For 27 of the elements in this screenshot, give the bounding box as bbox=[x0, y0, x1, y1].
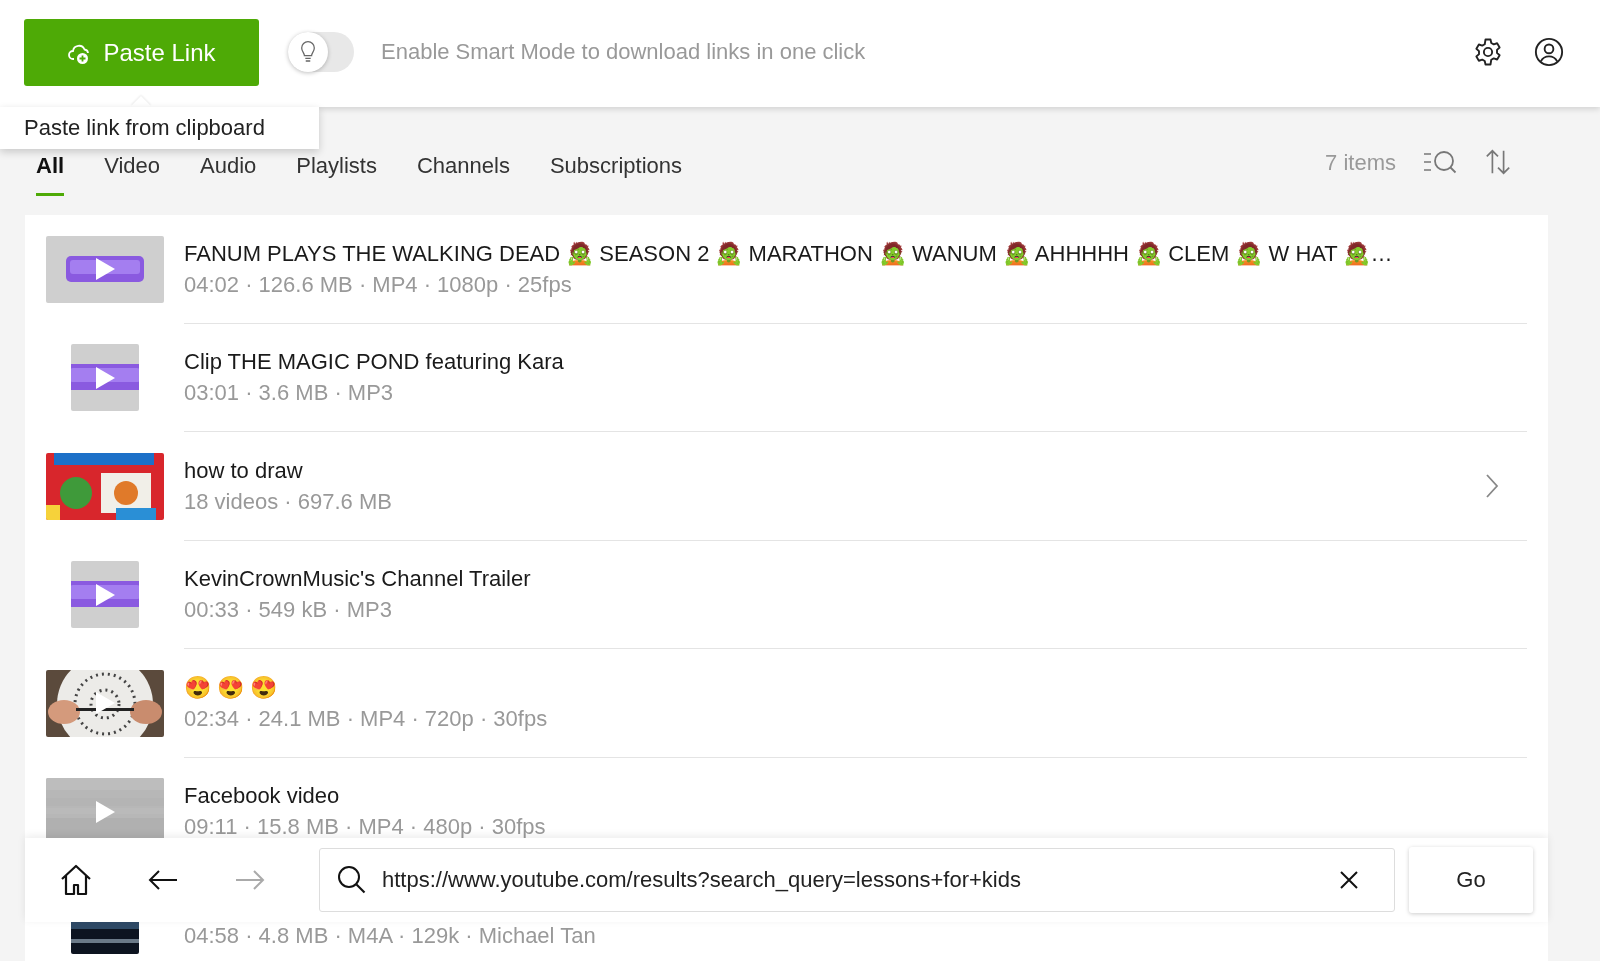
tooltip: Paste link from clipboard bbox=[0, 107, 319, 149]
item-title[interactable]: how to draw bbox=[184, 454, 1485, 486]
item-details: 02:34 · 24.1 MB · MP4 · 720p · 30fps bbox=[184, 704, 549, 733]
url-field[interactable]: https://www.youtube.com/results?search_query=lessons+for+kids bbox=[319, 848, 1395, 912]
item-title[interactable]: KevinCrownMusic's Channel Trailer bbox=[184, 563, 1527, 595]
sort-icon[interactable] bbox=[1484, 147, 1512, 177]
smart-mode-toggle[interactable] bbox=[288, 31, 354, 72]
settings-icon[interactable] bbox=[1473, 36, 1503, 67]
item-title[interactable]: Clip THE MAGIC POND featuring Kara bbox=[184, 346, 1527, 378]
lightbulb-icon bbox=[299, 39, 317, 64]
search-icon bbox=[337, 865, 367, 895]
item-title[interactable]: Facebook video bbox=[184, 780, 1527, 812]
tab[interactable]: Subscriptions bbox=[549, 107, 682, 196]
item-title[interactable]: FANUM PLAYS THE WALKING DEAD 🧟 SEASON 2 🧟 MARATHON 🧟 WANUM 🧟 AHHHHH 🧟 CLEM 🧟 W HAT 🧟… bbox=[184, 237, 1527, 269]
play-icon[interactable] bbox=[93, 691, 116, 716]
chevron-right-icon[interactable] bbox=[1485, 472, 1499, 499]
item-details: 00:33 · 549 kB · MP3 bbox=[184, 596, 393, 625]
smart-mode-hint: Enable Smart Mode to download links in one click bbox=[381, 38, 866, 65]
item-details: 03:01 · 3.6 MB · MP3 bbox=[184, 379, 395, 408]
item-count: 7 items bbox=[1325, 150, 1396, 177]
item-details: 04:02 · 126.6 MB · MP4 · 1080p · 25fps bbox=[184, 270, 573, 299]
tab[interactable]: Channels bbox=[416, 107, 510, 196]
user-account-icon[interactable] bbox=[1534, 36, 1564, 67]
item-details: 09:11 · 15.8 MB · MP4 · 480p · 30fps bbox=[184, 813, 547, 842]
item-details: 18 videos · 697.6 MB bbox=[184, 487, 393, 516]
item-details: 04:58 · 4.8 MB · M4A · 129k · Michael Tan bbox=[184, 921, 597, 950]
go-button[interactable]: Go bbox=[1409, 847, 1533, 913]
